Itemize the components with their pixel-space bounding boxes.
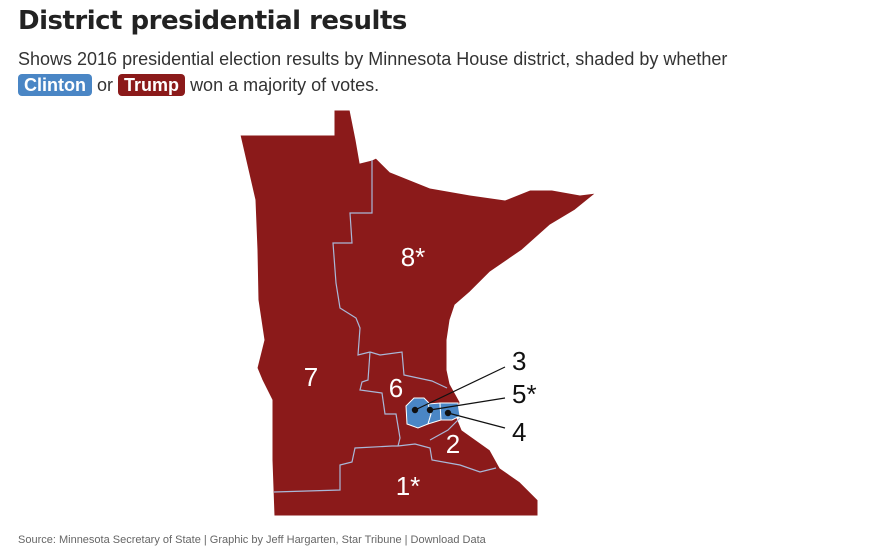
minnesota-district-map: 8* 7 6 2 1* 3 5* 4: [239, 109, 598, 517]
dot-4: [444, 409, 452, 417]
subtitle: Shows 2016 presidential election results…: [18, 46, 858, 98]
trump-badge: Trump: [118, 74, 186, 96]
page-title: District presidential results: [18, 6, 407, 36]
dot-5: [426, 406, 434, 414]
or-text: or: [97, 75, 114, 95]
district-label-8: 8*: [401, 242, 426, 272]
district-label-3: 3: [512, 346, 526, 376]
source-footer: Source: Minnesota Secretary of State | G…: [18, 534, 486, 546]
subtitle-text: Shows 2016 presidential election results…: [18, 49, 728, 69]
clinton-badge: Clinton: [18, 74, 92, 96]
dot-3: [411, 406, 419, 414]
district-label-7: 7: [304, 362, 318, 392]
download-data-link[interactable]: Download Data: [411, 534, 486, 546]
minnesota-state-outline: [239, 109, 598, 517]
source-text: Source: Minnesota Secretary of State | G…: [18, 534, 408, 546]
district-label-5: 5*: [512, 379, 537, 409]
district-label-4: 4: [512, 417, 526, 447]
district-label-6: 6: [389, 373, 403, 403]
district-label-2: 2: [446, 429, 460, 459]
subtitle-end-text: won a majority of votes.: [190, 75, 380, 95]
district-3-area: [405, 397, 432, 429]
district-label-1: 1*: [396, 471, 421, 501]
